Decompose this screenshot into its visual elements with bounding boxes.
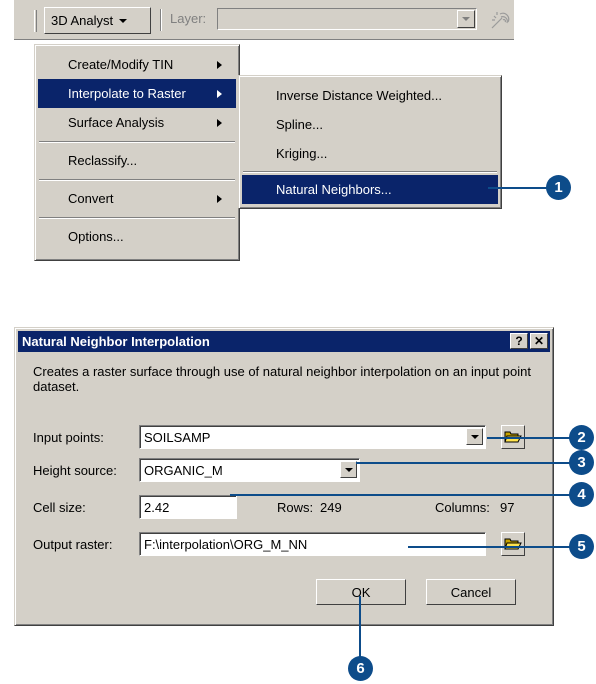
menu-item-reclassify[interactable]: Reclassify...: [38, 146, 236, 175]
height-source-select[interactable]: ORGANIC_M: [139, 458, 360, 482]
submenu-arrow-icon: [217, 195, 222, 203]
callout-5-leader: [408, 546, 571, 548]
menu-separator: [39, 179, 235, 181]
toolbar-grip[interactable]: [34, 10, 37, 32]
menu-item-interpolate-to-raster[interactable]: Interpolate to Raster: [38, 79, 236, 108]
menu-item-create-modify-tin[interactable]: Create/Modify TIN: [38, 50, 236, 79]
menu-item-spline[interactable]: Spline...: [242, 110, 498, 139]
callout-1: 1: [546, 175, 571, 200]
menu-item-label: Options...: [68, 229, 124, 244]
callout-6: 6: [348, 656, 373, 681]
layer-dropdown-button[interactable]: [457, 10, 475, 28]
input-points-label: Input points:: [33, 430, 104, 445]
menu-item-label: Inverse Distance Weighted...: [276, 88, 442, 103]
callout-5: 5: [569, 534, 594, 559]
height-source-dropdown-button[interactable]: [340, 461, 357, 478]
callout-3: 3: [569, 450, 594, 475]
menu-item-label: Interpolate to Raster: [68, 86, 186, 101]
natural-neighbor-interpolation-dialog: Natural Neighbor Interpolation ? ✕ Creat…: [14, 327, 554, 626]
3d-analyst-menu-label: 3D Analyst: [51, 13, 114, 28]
cell-size-input[interactable]: 2.42: [139, 495, 237, 519]
menu-item-label: Surface Analysis: [68, 115, 165, 130]
rows-label: Rows:: [277, 500, 314, 515]
dialog-description: Creates a raster surface through use of …: [33, 364, 531, 394]
3d-analyst-toolbar: 3D Analyst Layer:: [14, 0, 514, 40]
cell-size-label: Cell size:: [33, 500, 86, 515]
menu-separator: [243, 171, 497, 173]
height-source-label: Height source:: [33, 463, 117, 478]
menu-item-label: Spline...: [276, 117, 323, 132]
menu-item-inverse-distance-weighted[interactable]: Inverse Distance Weighted...: [242, 81, 498, 110]
input-points-value: SOILSAMP: [144, 429, 211, 445]
menu-item-label: Natural Neighbors...: [276, 182, 392, 197]
output-raster-label: Output raster:: [33, 537, 113, 552]
open-folder-icon: [504, 538, 522, 550]
menu-separator: [39, 217, 235, 219]
callout-2: 2: [569, 425, 594, 450]
height-source-value: ORGANIC_M: [144, 462, 223, 478]
callout-4-leader: [230, 494, 571, 496]
submenu-arrow-icon: [217, 90, 222, 98]
help-icon: ?: [515, 334, 523, 348]
interpolate-to-raster-submenu: Inverse Distance Weighted... Spline... K…: [238, 75, 502, 209]
input-points-select[interactable]: SOILSAMP: [139, 425, 486, 449]
callout-1-leader: [488, 187, 548, 189]
cancel-button-label: Cancel: [450, 584, 492, 600]
combo-dropdown-icon: [462, 17, 470, 21]
rows-value: 249: [320, 500, 342, 515]
help-button[interactable]: ?: [510, 333, 528, 349]
output-raster-value: F:\interpolation\ORG_M_NN: [144, 536, 308, 552]
combo-dropdown-icon: [470, 434, 479, 439]
dialog-title-bar[interactable]: Natural Neighbor Interpolation ? ✕: [18, 331, 550, 352]
output-raster-browse-button[interactable]: [501, 532, 525, 556]
callout-2-leader: [487, 437, 571, 439]
menu-item-options[interactable]: Options...: [38, 222, 236, 251]
layer-label: Layer:: [170, 11, 207, 26]
callout-3-leader: [356, 462, 571, 464]
callout-6-leader: [359, 596, 361, 658]
columns-label: Columns:: [435, 500, 490, 515]
menu-item-label: Reclassify...: [68, 153, 138, 168]
cell-size-value: 2.42: [144, 499, 170, 515]
3d-analyst-menu-button[interactable]: 3D Analyst: [44, 7, 151, 34]
ok-button[interactable]: OK: [316, 579, 406, 605]
menu-item-surface-analysis[interactable]: Surface Analysis: [38, 108, 236, 137]
dialog-title: Natural Neighbor Interpolation: [22, 334, 210, 349]
menu-dropdown-icon: [119, 18, 128, 23]
close-button[interactable]: ✕: [530, 333, 548, 349]
input-points-dropdown-button[interactable]: [466, 428, 483, 445]
submenu-arrow-icon: [217, 119, 222, 127]
close-icon: ✕: [533, 334, 545, 348]
menu-item-label: Kriging...: [276, 146, 328, 161]
menu-separator: [39, 141, 235, 143]
columns-value: 97: [500, 500, 515, 515]
callout-4: 4: [569, 482, 594, 507]
menu-item-convert[interactable]: Convert: [38, 184, 236, 213]
cancel-button[interactable]: Cancel: [426, 579, 516, 605]
menu-item-natural-neighbors[interactable]: Natural Neighbors...: [242, 175, 498, 204]
combo-dropdown-icon: [344, 467, 353, 472]
magic-wand-icon[interactable]: [488, 8, 512, 32]
menu-item-label: Convert: [68, 191, 114, 206]
menu-item-label: Create/Modify TIN: [68, 57, 174, 72]
toolbar-separator: [160, 9, 162, 31]
submenu-arrow-icon: [217, 61, 222, 69]
menu-item-kriging[interactable]: Kriging...: [242, 139, 498, 168]
output-raster-input[interactable]: F:\interpolation\ORG_M_NN: [139, 532, 486, 556]
3d-analyst-dropdown-menu: Create/Modify TIN Interpolate to Raster …: [34, 44, 240, 261]
layer-select[interactable]: [217, 8, 477, 30]
